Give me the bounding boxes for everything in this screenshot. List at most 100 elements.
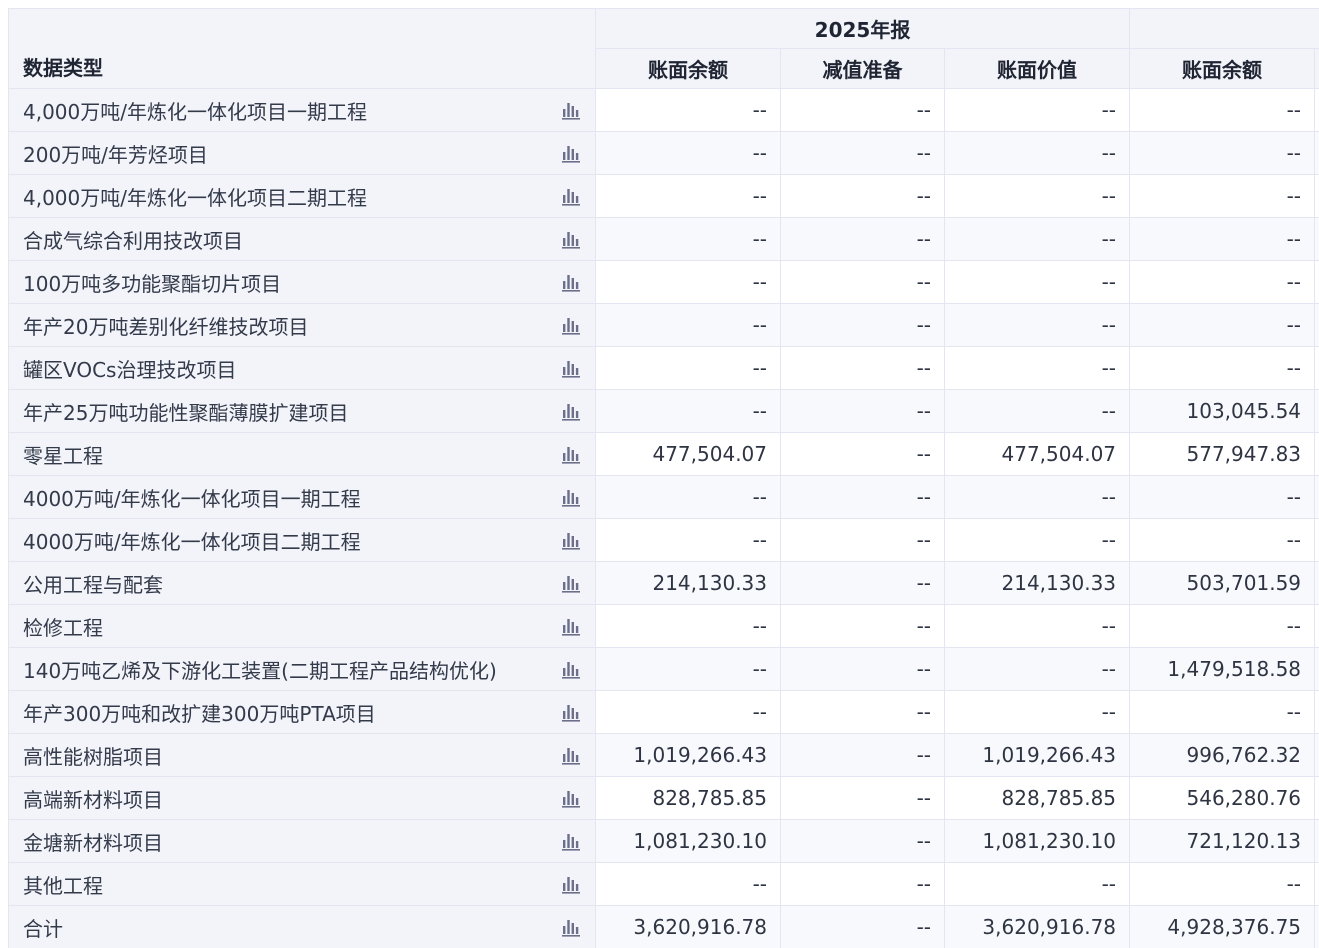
bar-chart-icon[interactable] <box>561 444 581 464</box>
table-row: 高性能树脂项目 1,019,266.43 -- 1,019,266.43 996… <box>8 733 1319 777</box>
cell-book-balance: -- <box>595 862 781 906</box>
cell-impairment: -- <box>780 88 945 132</box>
cell-impairment: -- <box>780 303 945 347</box>
cell-book-balance: -- <box>595 518 781 562</box>
row-label-cell: 合计 <box>8 905 596 948</box>
construction-in-progress-table-container: 数据类型 2025年报 账面余额 减值准备 账面价值 账面余额 4,000万吨/… <box>8 8 1319 948</box>
cell-impairment: -- <box>780 389 945 433</box>
row-label-cell: 罐区VOCs治理技改项目 <box>8 346 596 390</box>
cell-book-value: -- <box>943 389 1131 433</box>
bar-chart-icon[interactable] <box>561 487 581 507</box>
table-row: 200万吨/年芳烃项目 -- -- -- -- <box>8 131 1319 175</box>
cell-book-balance-prev: 503,701.59 <box>1129 561 1316 605</box>
bar-chart-icon[interactable] <box>561 186 581 206</box>
cell-book-balance: -- <box>595 131 781 175</box>
cell-book-balance-prev: 1,479,518.58 <box>1129 647 1316 691</box>
cell-overflow <box>1314 303 1319 347</box>
row-label-cell: 年产300万吨和改扩建300万吨PTA项目 <box>8 690 596 734</box>
cell-book-value: -- <box>943 647 1131 691</box>
bar-chart-icon[interactable] <box>561 745 581 765</box>
table-row: 合计 3,620,916.78 -- 3,620,916.78 4,928,37… <box>8 905 1319 948</box>
cell-book-value: 477,504.07 <box>943 432 1131 476</box>
bar-chart-icon[interactable] <box>561 143 581 163</box>
cell-book-balance-prev: -- <box>1129 862 1316 906</box>
bar-chart-icon[interactable] <box>561 874 581 894</box>
row-label: 140万吨乙烯及下游化工装置(二期工程产品结构优化) <box>23 658 497 683</box>
row-label: 4,000万吨/年炼化一体化项目二期工程 <box>23 185 367 210</box>
row-label: 金塘新材料项目 <box>23 830 163 855</box>
cell-overflow <box>1314 260 1319 304</box>
table-row: 高端新材料项目 828,785.85 -- 828,785.85 546,280… <box>8 776 1319 820</box>
bar-chart-icon[interactable] <box>561 702 581 722</box>
row-label: 合计 <box>23 916 63 941</box>
cell-impairment: -- <box>780 174 945 218</box>
cell-overflow <box>1314 475 1319 519</box>
row-label: 年产25万吨功能性聚酯薄膜扩建项目 <box>23 400 349 425</box>
table-row: 4,000万吨/年炼化一体化项目二期工程 -- -- -- -- <box>8 174 1319 218</box>
cell-book-balance-prev: -- <box>1129 174 1316 218</box>
bar-chart-icon[interactable] <box>561 831 581 851</box>
cell-book-value: -- <box>943 217 1131 261</box>
column-header-book-balance-prev: 账面余额 <box>1129 48 1316 89</box>
cell-book-balance: -- <box>595 647 781 691</box>
cell-book-value: -- <box>943 88 1131 132</box>
table-row: 公用工程与配套 214,130.33 -- 214,130.33 503,701… <box>8 561 1319 605</box>
cell-book-balance-prev: -- <box>1129 518 1316 562</box>
cell-book-balance-prev: 996,762.32 <box>1129 733 1316 777</box>
cell-book-balance-prev: -- <box>1129 604 1316 648</box>
cell-overflow <box>1314 389 1319 433</box>
column-header-impairment: 减值准备 <box>780 48 945 89</box>
cell-impairment: -- <box>780 905 945 948</box>
cell-impairment: -- <box>780 475 945 519</box>
cell-overflow <box>1314 776 1319 820</box>
row-label-cell: 合成气综合利用技改项目 <box>8 217 596 261</box>
cell-overflow <box>1314 518 1319 562</box>
cell-impairment: -- <box>780 862 945 906</box>
cell-book-balance: 3,620,916.78 <box>595 905 781 948</box>
row-label-cell: 4000万吨/年炼化一体化项目二期工程 <box>8 518 596 562</box>
cell-book-value: -- <box>943 346 1131 390</box>
cell-impairment: -- <box>780 733 945 777</box>
cell-impairment: -- <box>780 346 945 390</box>
bar-chart-icon[interactable] <box>561 616 581 636</box>
bar-chart-icon[interactable] <box>561 530 581 550</box>
cell-overflow <box>1314 346 1319 390</box>
header-row-period: 数据类型 2025年报 <box>8 8 1319 89</box>
bar-chart-icon[interactable] <box>561 401 581 421</box>
row-label: 检修工程 <box>23 615 103 640</box>
cell-book-balance: -- <box>595 217 781 261</box>
row-label: 合成气综合利用技改项目 <box>23 228 243 253</box>
table-row: 4,000万吨/年炼化一体化项目一期工程 -- -- -- -- <box>8 88 1319 132</box>
cell-book-balance-prev: -- <box>1129 475 1316 519</box>
bar-chart-icon[interactable] <box>561 659 581 679</box>
cell-overflow <box>1314 733 1319 777</box>
bar-chart-icon[interactable] <box>561 788 581 808</box>
cell-book-value: 214,130.33 <box>943 561 1131 605</box>
bar-chart-icon[interactable] <box>561 100 581 120</box>
cell-book-balance: -- <box>595 88 781 132</box>
table-row: 年产25万吨功能性聚酯薄膜扩建项目 -- -- -- 103,045.54 <box>8 389 1319 433</box>
row-label: 其他工程 <box>23 873 103 898</box>
cell-book-balance: -- <box>595 389 781 433</box>
bar-chart-icon[interactable] <box>561 917 581 937</box>
cell-book-balance: 1,081,230.10 <box>595 819 781 863</box>
cell-impairment: -- <box>780 432 945 476</box>
bar-chart-icon[interactable] <box>561 229 581 249</box>
cell-book-value: -- <box>943 604 1131 648</box>
bar-chart-icon[interactable] <box>561 358 581 378</box>
row-label-cell: 年产20万吨差别化纤维技改项目 <box>8 303 596 347</box>
cell-overflow <box>1314 604 1319 648</box>
cell-book-balance-prev: 721,120.13 <box>1129 819 1316 863</box>
bar-chart-icon[interactable] <box>561 315 581 335</box>
column-header-data-type: 数据类型 <box>8 8 596 89</box>
cell-book-value: 1,081,230.10 <box>943 819 1131 863</box>
row-label: 100万吨多功能聚酯切片项目 <box>23 271 282 296</box>
bar-chart-icon[interactable] <box>561 272 581 292</box>
row-label: 4,000万吨/年炼化一体化项目一期工程 <box>23 99 367 124</box>
bar-chart-icon[interactable] <box>561 573 581 593</box>
cell-book-value: 1,019,266.43 <box>943 733 1131 777</box>
cell-impairment: -- <box>780 518 945 562</box>
cell-book-value: -- <box>943 174 1131 218</box>
cell-book-balance: -- <box>595 475 781 519</box>
cell-book-balance-prev: 577,947.83 <box>1129 432 1316 476</box>
